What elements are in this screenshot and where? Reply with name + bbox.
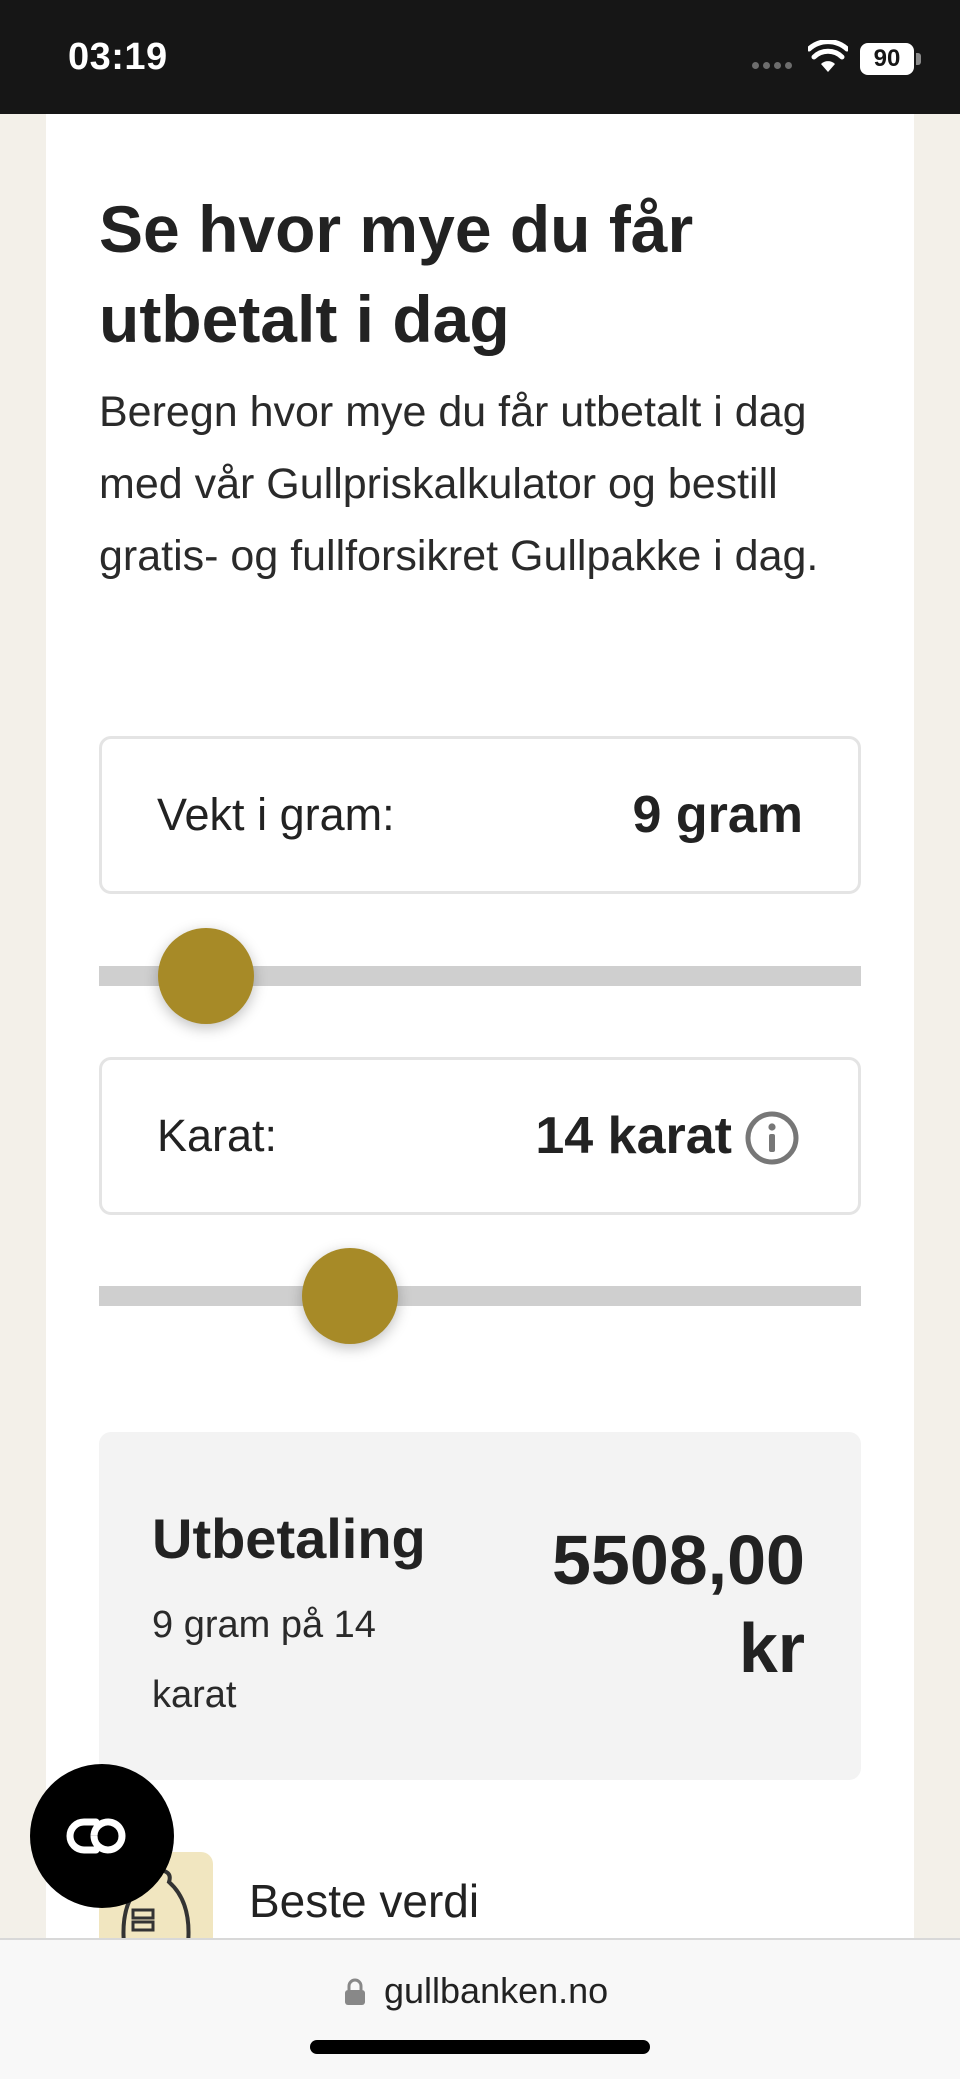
karat-value: 14 karat [535,1107,732,1165]
intro-text: Beregn hvor mye du får utbetalt i dag me… [99,388,819,580]
payout-title: Utbetaling [152,1507,426,1570]
signal-dots-icon [752,62,792,69]
info-icon[interactable] [744,1110,800,1166]
payout-amount: 5508,00 kr [551,1521,805,1687]
home-indicator [310,2040,650,2054]
page-title: Se hvor mye du får utbetalt i dag [99,192,694,356]
browser-address-bar[interactable]: gullbanken.no [0,1938,960,2079]
lock-icon [345,1978,365,2005]
karat-slider-track[interactable] [99,1286,861,1306]
payout-panel: Utbetaling 9 gram på 14 karat 5508,00 kr [99,1432,861,1780]
chat-link-icon [66,1818,126,1854]
weight-value: 9 gram [632,786,803,844]
weight-slider-thumb[interactable] [157,928,254,1024]
battery-cap [916,53,921,65]
calculator-card: Se hvor mye du får utbetalt i dag Beregn… [46,114,914,1938]
karat-label: Karat: [157,1110,278,1161]
url-text[interactable]: gullbanken.no [384,1970,608,2012]
feature-best-value: Beste verdi [99,1852,861,1938]
chat-button[interactable] [30,1764,174,1908]
weight-field: Vekt i gram: 9 gram [99,736,861,894]
weight-label: Vekt i gram: [157,789,395,840]
status-time: 03:19 [68,36,168,78]
karat-slider-thumb[interactable] [302,1248,399,1344]
battery-icon: 90 [860,43,914,75]
wifi-icon [808,40,848,72]
payout-subtitle: 9 gram på 14 karat [152,1604,376,1716]
karat-slider[interactable] [99,1248,861,1344]
karat-field: Karat: 14 karat [99,1057,861,1215]
weight-slider[interactable] [99,928,861,1024]
feature-label: Beste verdi [249,1875,480,1927]
status-bar: 03:19 90 [0,0,960,114]
